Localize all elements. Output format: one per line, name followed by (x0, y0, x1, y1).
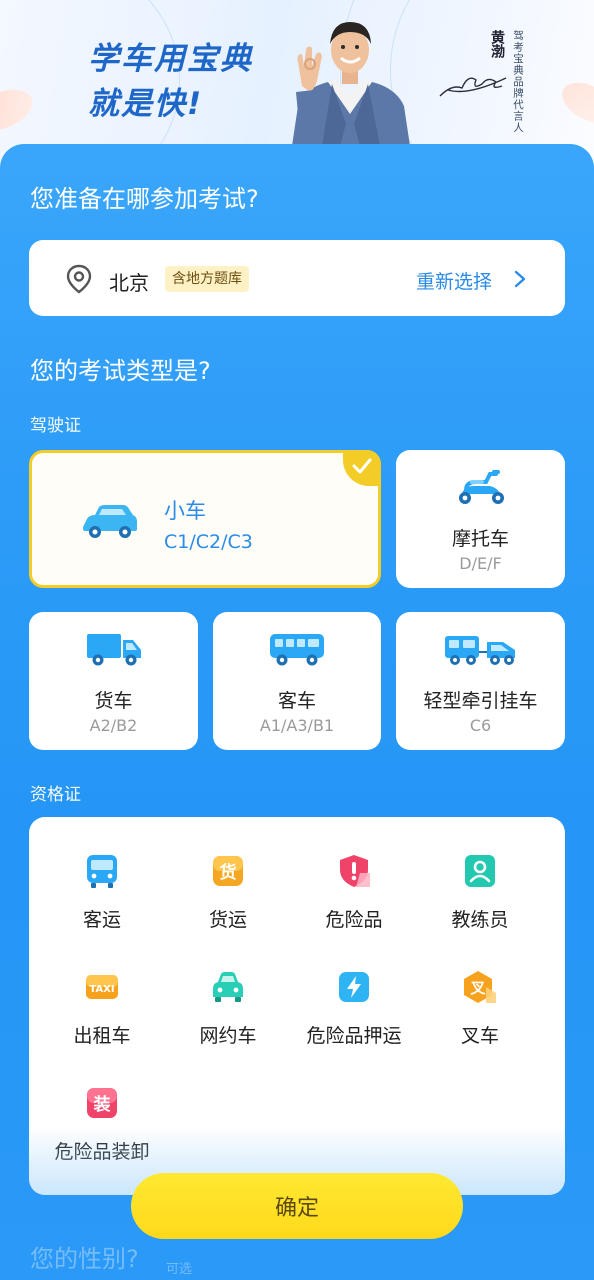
spokesperson-signature (439, 77, 507, 97)
vehicle-license-code: A2/B2 (89, 716, 138, 735)
vehicle-option-bus[interactable]: 客车 A1/A3/B1 (213, 612, 381, 750)
qualification-label: 危险品装卸 (54, 1141, 150, 1163)
gender-optional-hint: 可选 (166, 1262, 193, 1277)
loading-icon: 装 (87, 1088, 117, 1118)
svg-text:TAXI: TAXI (89, 984, 114, 995)
qualification-instructor[interactable]: 教练员 (417, 853, 543, 953)
vehicle-name: 客车 (277, 690, 316, 712)
taxi-icon: TAXI (86, 975, 118, 999)
vehicle-option-trailer[interactable]: 轻型牵引挂车 C6 (396, 612, 565, 750)
qualification-label: 叉车 (460, 1025, 499, 1047)
cargo-icon: 货 (213, 856, 243, 886)
vehicle-option-motorcycle[interactable]: 摩托车 D/E/F (396, 450, 565, 588)
checkmark-icon (352, 458, 372, 474)
vehicle-option-car[interactable]: 小车 C1/C2/C3 (29, 450, 381, 588)
hazard-shield-icon (340, 855, 370, 887)
qualification-section-label: 资格证 (30, 785, 81, 805)
qualification-ride-hailing[interactable]: 网约车 (165, 969, 291, 1069)
vehicle-name: 轻型牵引挂车 (423, 690, 538, 712)
qualification-hazardous-loading[interactable]: 装 危险品装卸 (39, 1085, 165, 1185)
instructor-icon (465, 855, 495, 887)
escort-bolt-icon (339, 972, 369, 1002)
vehicle-name: 摩托车 (451, 528, 509, 550)
qualification-forklift[interactable]: 叉 叉车 (417, 969, 543, 1069)
qualification-taxi[interactable]: TAXI 出租车 (39, 969, 165, 1069)
license-section-label: 驾驶证 (30, 416, 81, 436)
car-icon (83, 505, 137, 538)
chevron-right-icon[interactable] (513, 270, 527, 288)
qualification-card: 客运 货 货运 危险品 教练员 TAXI 出租车 网约车 危险品押运 叉 叉车 … (29, 817, 565, 1195)
qualification-passenger-transport[interactable]: 客运 (39, 853, 165, 953)
trailer-icon (444, 636, 515, 665)
bus-icon (270, 634, 324, 666)
truck-icon (86, 634, 141, 666)
vehicle-name: 货车 (94, 690, 133, 712)
banner-slogan-line2: 就是快! (88, 86, 204, 122)
svg-text:装: 装 (93, 1094, 111, 1115)
vehicle-license-code: A1/A3/B1 (259, 716, 335, 735)
gender-question: 您的性别? (30, 1245, 139, 1273)
vehicle-option-truck[interactable]: 货车 A2/B2 (29, 612, 198, 750)
location-question: 您准备在哪参加考试? (30, 185, 259, 213)
passenger-bus-icon (87, 855, 117, 888)
exam-type-question: 您的考试类型是? (30, 357, 211, 385)
confirm-button[interactable]: 确定 (131, 1173, 463, 1239)
qualification-hazardous-escort[interactable]: 危险品押运 (291, 969, 417, 1069)
vehicle-license-code: C1/C2/C3 (164, 531, 253, 553)
spokesperson-role: 驾考宝典品牌代言人 (512, 30, 524, 134)
vehicle-license-code: C6 (469, 716, 492, 735)
selected-check-badge (343, 450, 381, 486)
svg-text:货: 货 (220, 862, 237, 883)
forklift-icon: 叉 (464, 971, 496, 1003)
ride-hailing-car-icon (213, 972, 243, 1002)
spokesperson-name: 黄渤 (489, 30, 505, 58)
qualification-label: 教练员 (451, 909, 509, 931)
svg-text:叉: 叉 (469, 979, 486, 997)
motorcycle-icon (458, 470, 504, 504)
vehicle-name: 小车 (164, 499, 206, 523)
reselect-city-link[interactable]: 重新选择 (416, 267, 492, 294)
location-card[interactable]: 北京 含地方题库 重新选择 (29, 240, 565, 316)
location-pin-icon (66, 264, 92, 294)
vehicle-license-code: D/E/F (459, 554, 502, 573)
qualification-hazardous-goods[interactable]: 危险品 (291, 853, 417, 953)
banner-slogan-line1: 学车用宝典 (88, 41, 253, 77)
selected-city: 北京 (109, 271, 149, 295)
local-question-bank-badge: 含地方题库 (165, 266, 249, 292)
qualification-cargo-transport[interactable]: 货 货运 (165, 853, 291, 953)
spokesperson-photo (292, 22, 410, 146)
